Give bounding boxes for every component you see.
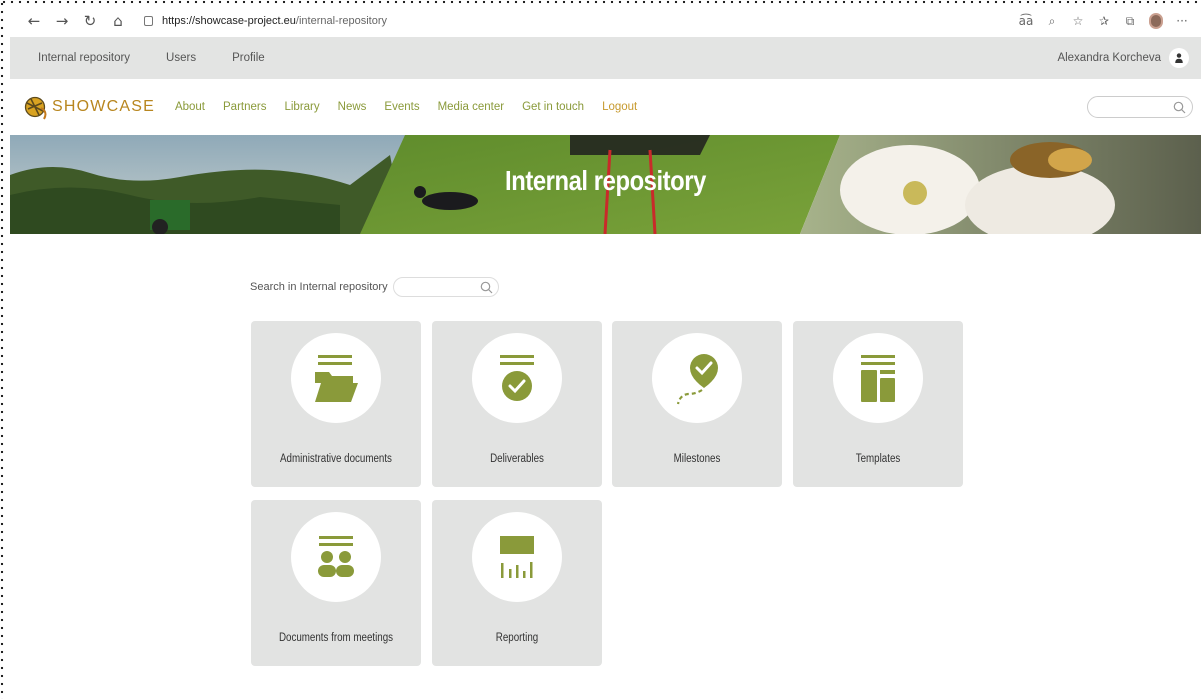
card-icon-circle	[291, 333, 381, 423]
folder-icon	[315, 355, 358, 402]
main-menu: About Partners Library News Events Media…	[175, 101, 655, 113]
url-path: /internal-repository	[295, 15, 387, 27]
site-top-bar: Internal repository Users Profile Alexan…	[10, 37, 1201, 79]
site-search-input[interactable]	[1087, 96, 1193, 118]
card-label: Deliverables	[490, 453, 544, 465]
more-icon[interactable]: ···	[1169, 9, 1195, 33]
card-label: Administrative documents	[280, 453, 392, 465]
bar-chart-icon	[500, 536, 534, 578]
card-administrative-documents[interactable]: Administrative documents	[251, 321, 421, 487]
user-name: Alexandra Korcheva	[1057, 52, 1161, 64]
card-reporting[interactable]: Reporting	[432, 500, 602, 666]
check-badge-icon	[500, 355, 534, 401]
people-icon	[318, 536, 354, 577]
back-icon[interactable]: ←	[20, 9, 48, 33]
profile-avatar[interactable]	[1143, 9, 1169, 33]
screenshot-frame-top	[0, 0, 1201, 4]
user-icon[interactable]	[1169, 48, 1189, 68]
card-label: Milestones	[673, 453, 721, 465]
search-icon[interactable]	[480, 281, 493, 294]
topbar-link-users[interactable]: Users	[166, 52, 196, 64]
nav-link-events[interactable]: Events	[384, 101, 419, 113]
nav-link-library[interactable]: Library	[284, 101, 319, 113]
card-icon-circle	[472, 512, 562, 602]
map-pin-check-icon	[676, 354, 718, 405]
search-icon[interactable]	[1173, 101, 1186, 114]
nav-link-logout[interactable]: Logout	[602, 101, 637, 113]
zoom-icon[interactable]: ⌕	[1039, 9, 1065, 33]
reload-icon[interactable]: ↻	[76, 9, 104, 33]
hero-banner: Internal repository	[10, 135, 1201, 234]
card-label: Reporting	[495, 632, 539, 644]
card-icon-circle	[833, 333, 923, 423]
favorites-icon[interactable]: ✰	[1091, 9, 1117, 33]
url-domain: https://showcase-project.eu	[162, 15, 296, 27]
card-label: Documents from meetings	[278, 632, 394, 644]
site-logo[interactable]: SHOWCASE	[24, 94, 155, 120]
browser-toolbar: ← → ↻ ⌂ https://showcase-project.eu/inte…	[0, 6, 1201, 36]
card-icon-circle	[291, 512, 381, 602]
page-info-icon[interactable]	[144, 16, 153, 26]
nav-link-partners[interactable]: Partners	[223, 101, 266, 113]
repository-search-label: Search in Internal repository	[250, 281, 388, 293]
card-icon-circle	[472, 333, 562, 423]
topbar-link-profile[interactable]: Profile	[232, 52, 265, 64]
repository-search: Search in Internal repository	[250, 277, 499, 297]
card-documents-from-meetings[interactable]: Documents from meetings	[251, 500, 421, 666]
browser-actions: a͡a ⌕ ☆ ✰ ⧉ ···	[1013, 6, 1195, 36]
layout-template-icon	[861, 355, 895, 402]
home-icon[interactable]: ⌂	[104, 9, 132, 33]
card-templates[interactable]: Templates	[793, 321, 963, 487]
nav-link-media-center[interactable]: Media center	[438, 101, 504, 113]
card-label: Templates	[855, 453, 901, 465]
screenshot-frame-left	[0, 0, 4, 699]
repository-search-input[interactable]	[392, 277, 499, 297]
logo-text: SHOWCASE	[52, 98, 155, 115]
add-favorite-icon[interactable]: ☆	[1065, 9, 1091, 33]
card-milestones[interactable]: Milestones	[612, 321, 782, 487]
read-aloud-icon[interactable]: a͡a	[1013, 9, 1039, 33]
card-icon-circle	[652, 333, 742, 423]
card-deliverables[interactable]: Deliverables	[432, 321, 602, 487]
collections-icon[interactable]: ⧉	[1117, 9, 1143, 33]
user-menu[interactable]: Alexandra Korcheva	[1057, 37, 1189, 79]
address-bar[interactable]: https://showcase-project.eu/internal-rep…	[144, 15, 387, 27]
topbar-link-internal-repository[interactable]: Internal repository	[38, 52, 130, 64]
main-navigation: SHOWCASE About Partners Library News Eve…	[10, 79, 1201, 135]
nav-link-get-in-touch[interactable]: Get in touch	[522, 101, 584, 113]
page-title: Internal repository	[505, 165, 706, 196]
forward-icon[interactable]: →	[48, 9, 76, 33]
nav-link-about[interactable]: About	[175, 101, 205, 113]
nav-link-news[interactable]: News	[338, 101, 367, 113]
logo-emblem-icon	[24, 96, 47, 120]
